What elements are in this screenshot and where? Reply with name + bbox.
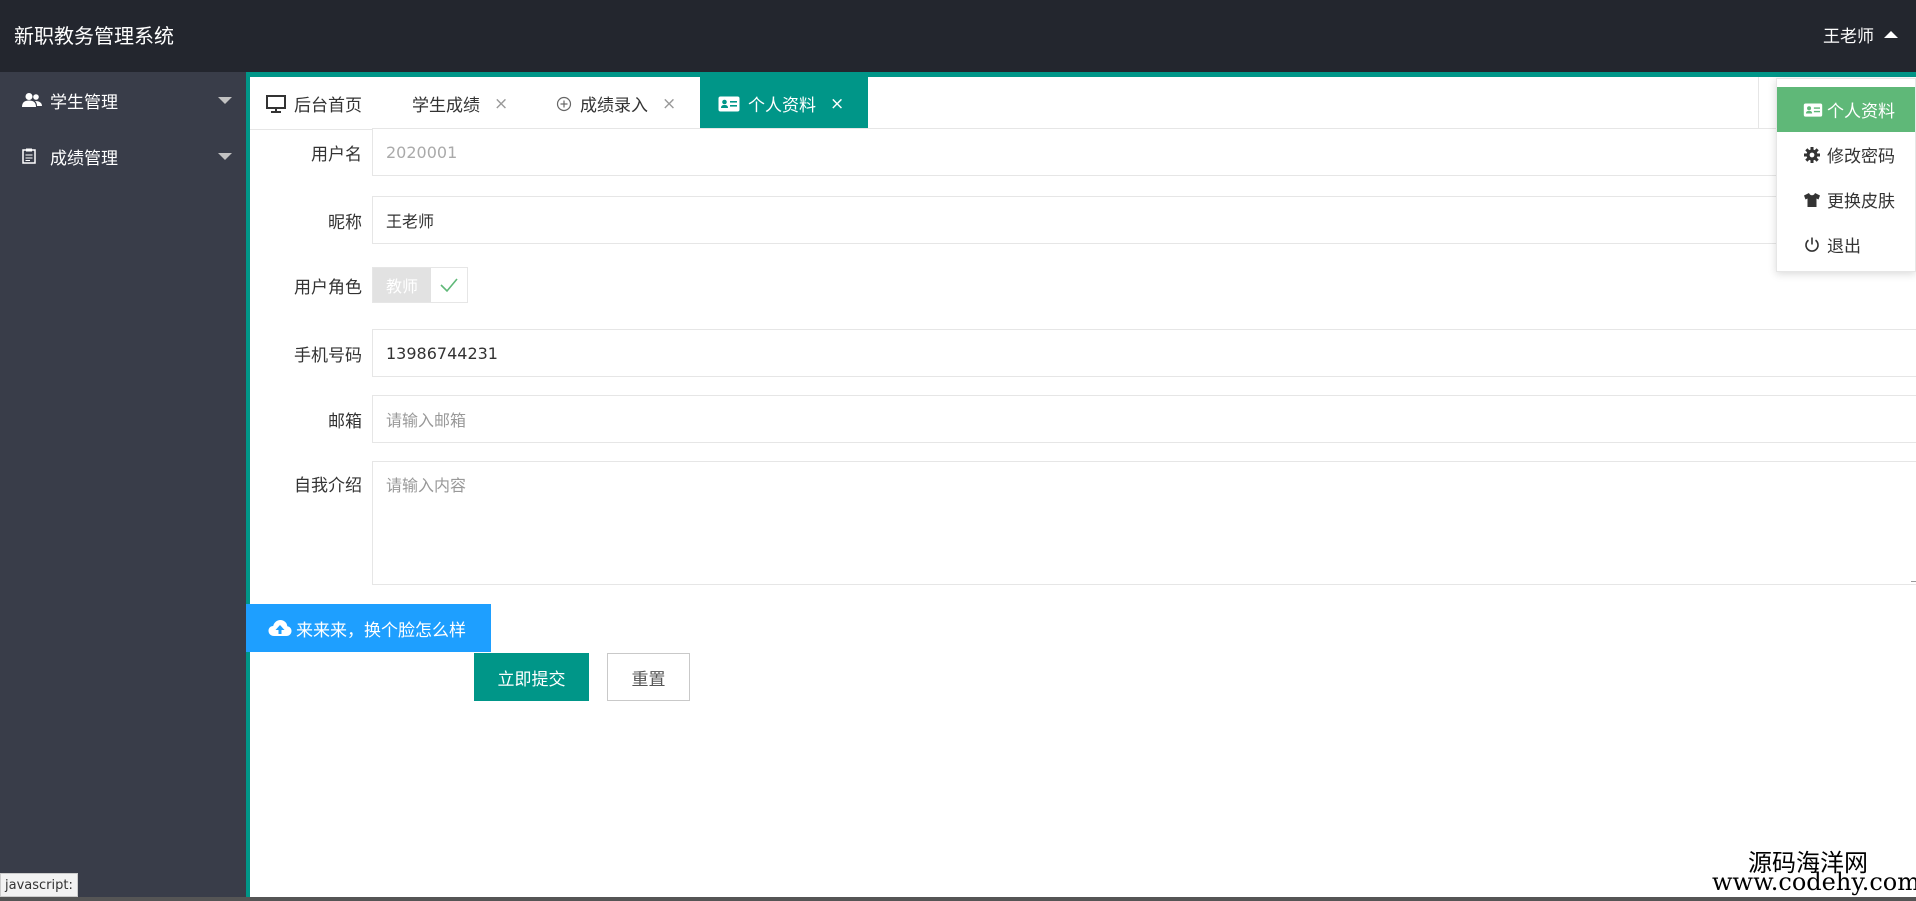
menu-item-profile[interactable]: 个人资料 [1777, 87, 1915, 132]
tab-home[interactable]: 后台首页 [266, 77, 362, 130]
user-name: 王老师 [1823, 27, 1874, 47]
sidebar-item-label: 成绩管理 [50, 148, 118, 169]
menu-item-label: 更换皮肤 [1827, 192, 1895, 212]
phone-field[interactable]: 13986744231 [372, 329, 1916, 377]
close-icon[interactable]: × [662, 94, 676, 114]
shirt-icon [1803, 192, 1823, 208]
form-row-email: 邮箱 请输入邮箱 [250, 395, 1916, 443]
sidebar-item-student-management[interactable]: 学生管理 [0, 72, 246, 128]
main-body: 后台首页 学生成绩 × 成绩录入 × 个人资料 × 用户名 2020001 昵称… [246, 72, 1916, 901]
username-field: 2020001 [372, 128, 1916, 176]
sidebar-item-label: 学生管理 [50, 92, 118, 113]
form-row-nickname: 昵称 王老师 [250, 196, 1916, 244]
change-avatar-button[interactable]: 来来来，换个脸怎么样 [246, 604, 491, 652]
email-field[interactable]: 请输入邮箱 [372, 395, 1916, 443]
role-tag: 教师 [373, 268, 431, 302]
tab-student-grades[interactable]: 学生成绩 × [412, 77, 508, 130]
role-checkbox[interactable]: 教师 [372, 267, 468, 303]
nickname-label: 昵称 [328, 212, 362, 233]
app-title: 新职教务管理系统 [14, 24, 174, 48]
browser-status-bar: javascript: [0, 873, 78, 897]
submit-button[interactable]: 立即提交 [474, 653, 589, 701]
close-icon[interactable]: × [494, 94, 508, 114]
intro-label: 自我介绍 [294, 476, 362, 496]
tab-label: 个人资料 [748, 96, 816, 116]
intro-textarea[interactable]: 请输入内容 [372, 461, 1916, 585]
menu-item-change-skin[interactable]: 更换皮肤 [1777, 177, 1915, 222]
tab-profile[interactable]: 个人资料 × [700, 77, 868, 130]
user-dropdown-menu: 个人资料 修改密码 更换皮肤 退出 [1776, 78, 1916, 272]
users-icon [22, 92, 42, 108]
tab-grade-entry[interactable]: 成绩录入 × [556, 77, 676, 130]
reset-button[interactable]: 重置 [607, 653, 690, 701]
nickname-field[interactable]: 王老师 [372, 196, 1916, 244]
form-row-role: 用户角色 教师 [250, 267, 468, 303]
phone-label: 手机号码 [294, 345, 362, 366]
monitor-icon [266, 94, 286, 113]
clipboard-icon [22, 148, 42, 164]
chevron-down-icon [218, 97, 232, 104]
menu-item-change-password[interactable]: 修改密码 [1777, 132, 1915, 177]
watermark-url: www.codehy.com [1712, 868, 1916, 896]
bottom-divider [0, 897, 1916, 901]
menu-item-label: 个人资料 [1827, 102, 1895, 122]
change-avatar-label: 来来来，换个脸怎么样 [296, 620, 466, 641]
tab-label: 成绩录入 [580, 96, 648, 116]
resize-handle[interactable] [1911, 572, 1916, 582]
role-label: 用户角色 [294, 277, 362, 298]
menu-item-label: 退出 [1827, 237, 1861, 257]
id-card-icon [1803, 102, 1823, 117]
tab-label: 后台首页 [294, 96, 362, 116]
tab-label: 学生成绩 [412, 96, 480, 116]
power-icon [1803, 236, 1823, 254]
caret-up-icon [1884, 31, 1898, 38]
form-row-username: 用户名 2020001 [250, 128, 1916, 176]
form-row-intro: 自我介绍 请输入内容 [250, 461, 1916, 585]
chevron-down-icon [218, 153, 232, 160]
check-icon [431, 268, 467, 302]
top-header: 新职教务管理系统 王老师 [0, 0, 1916, 72]
username-label: 用户名 [311, 144, 362, 165]
sidebar: 学生管理 成绩管理 [0, 72, 246, 901]
plus-circle-icon [556, 96, 572, 112]
intro-placeholder: 请输入内容 [386, 476, 467, 495]
close-icon[interactable]: × [830, 94, 844, 114]
tab-bar: 后台首页 学生成绩 × 成绩录入 × 个人资料 × [250, 72, 1916, 130]
email-label: 邮箱 [328, 411, 362, 432]
menu-item-label: 修改密码 [1827, 147, 1895, 167]
sidebar-item-grade-management[interactable]: 成绩管理 [0, 128, 246, 184]
id-card-icon [718, 96, 740, 112]
form-row-phone: 手机号码 13986744231 [250, 329, 1916, 377]
cloud-upload-icon [268, 619, 292, 637]
user-menu[interactable]: 王老师 [1823, 22, 1898, 47]
gear-icon [1803, 146, 1823, 164]
menu-item-logout[interactable]: 退出 [1777, 222, 1915, 267]
